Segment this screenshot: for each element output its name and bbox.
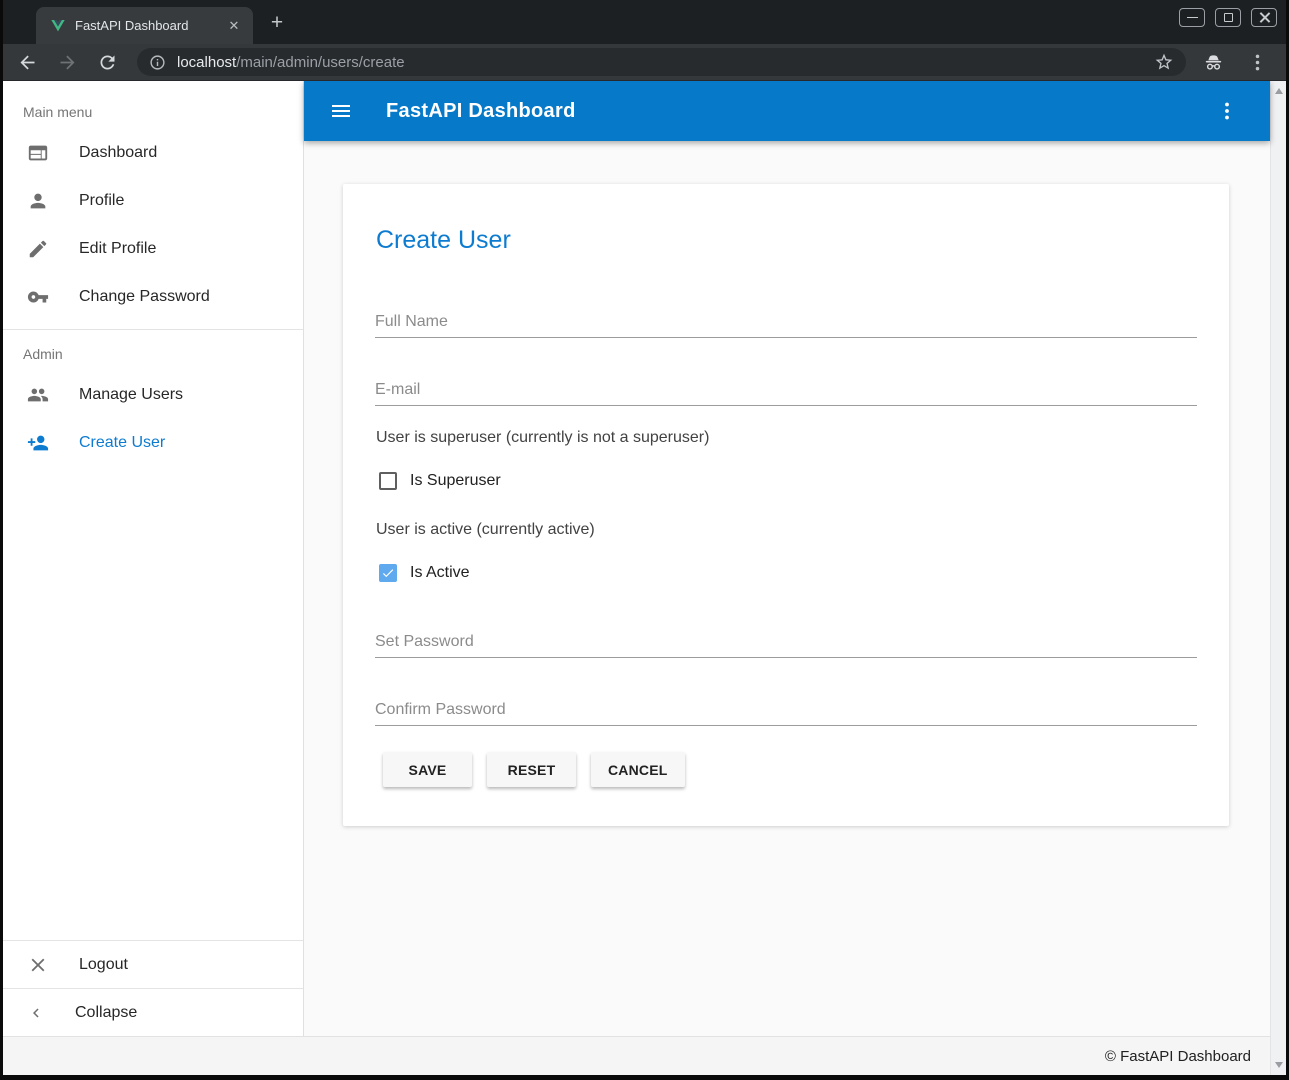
url-host: localhost: [177, 54, 236, 71]
sidebar-item-profile[interactable]: Profile: [3, 177, 303, 225]
page-scrollbar[interactable]: [1270, 81, 1286, 1075]
hamburger-menu-icon[interactable]: [329, 99, 353, 123]
full-name-input[interactable]: [375, 306, 1197, 338]
sidebar-item-label: Profile: [79, 192, 124, 210]
minimize-button[interactable]: [1179, 8, 1205, 27]
sidebar-item-label: Edit Profile: [79, 240, 156, 258]
close-window-button[interactable]: [1251, 8, 1277, 27]
set-password-input[interactable]: [375, 626, 1197, 658]
dashboard-icon: [27, 142, 49, 164]
browser-tab[interactable]: FastAPI Dashboard ✕: [36, 7, 253, 44]
sidebar-section-header-admin: Admin: [3, 330, 303, 371]
sidebar-item-logout[interactable]: Logout: [3, 940, 303, 988]
sidebar-item-manage-users[interactable]: Manage Users: [3, 371, 303, 419]
browser-menu-icon[interactable]: [1247, 52, 1268, 73]
sidebar-item-edit-profile[interactable]: Edit Profile: [3, 225, 303, 273]
sidebar-item-label: Manage Users: [79, 386, 183, 404]
is-active-label: Is Active: [410, 564, 470, 582]
site-info-icon[interactable]: [149, 54, 166, 71]
is-superuser-checkbox-row[interactable]: Is Superuser: [379, 472, 501, 490]
page-title: Create User: [376, 226, 511, 255]
sidebar-item-label: Dashboard: [79, 144, 157, 162]
reset-button[interactable]: RESET: [487, 752, 576, 787]
active-hint: User is active (currently active): [376, 521, 595, 539]
appbar-title: FastAPI Dashboard: [386, 100, 1215, 123]
scrollbar-up-icon[interactable]: [1275, 88, 1283, 94]
close-icon: [1259, 12, 1270, 23]
sidebar-item-create-user[interactable]: Create User: [3, 419, 303, 467]
footer: © FastAPI Dashboard: [3, 1036, 1270, 1075]
sidebar-item-change-password[interactable]: Change Password: [3, 273, 303, 321]
close-icon: [27, 954, 49, 976]
create-user-card: Create User User is superuser (currently…: [343, 184, 1229, 826]
reload-icon[interactable]: [97, 52, 118, 73]
sidebar-item-label: Collapse: [75, 1004, 137, 1022]
browser-titlebar: FastAPI Dashboard ✕ +: [3, 0, 1286, 44]
cancel-button[interactable]: CANCEL: [591, 752, 685, 787]
incognito-icon: [1202, 51, 1225, 74]
confirm-password-input[interactable]: [375, 694, 1197, 726]
url-path: /main/admin/users/create: [236, 54, 404, 71]
is-superuser-label: Is Superuser: [410, 472, 501, 490]
email-input[interactable]: [375, 374, 1197, 406]
tab-close-icon[interactable]: ✕: [225, 17, 243, 35]
new-tab-button[interactable]: +: [265, 11, 289, 35]
people-icon: [27, 384, 49, 406]
vue-logo-icon: [50, 18, 66, 34]
window-controls: [1179, 8, 1277, 27]
sidebar-item-label: Create User: [79, 434, 165, 452]
tab-title: FastAPI Dashboard: [75, 18, 225, 33]
sidebar-item-dashboard[interactable]: Dashboard: [3, 129, 303, 177]
minimize-icon: [1187, 17, 1198, 18]
page-content: Main menu Dashboard Profile Edit Profile…: [3, 81, 1286, 1075]
sidebar-bottom: Logout Collapse: [3, 940, 303, 1036]
is-superuser-checkbox[interactable]: [379, 472, 397, 490]
chevron-left-icon: [27, 1002, 45, 1024]
key-icon: [27, 286, 49, 308]
pencil-icon: [27, 238, 49, 260]
appbar: FastAPI Dashboard: [304, 81, 1270, 141]
back-icon[interactable]: [17, 52, 38, 73]
appbar-menu-icon[interactable]: [1215, 99, 1239, 123]
bookmark-star-icon[interactable]: [1154, 52, 1174, 72]
browser-toolbar: localhost/main/admin/users/create: [3, 44, 1286, 81]
footer-copyright: © FastAPI Dashboard: [1105, 1048, 1251, 1065]
scrollbar-down-icon[interactable]: [1275, 1062, 1283, 1068]
maximize-button[interactable]: [1215, 8, 1241, 27]
toolbar-right: [1202, 51, 1268, 74]
is-active-checkbox[interactable]: [379, 564, 397, 582]
forward-icon[interactable]: [57, 52, 78, 73]
save-button[interactable]: SAVE: [383, 752, 472, 787]
sidebar: Main menu Dashboard Profile Edit Profile…: [3, 81, 304, 1036]
sidebar-item-label: Change Password: [79, 288, 210, 306]
sidebar-item-collapse[interactable]: Collapse: [3, 988, 303, 1036]
maximize-icon: [1224, 13, 1233, 22]
is-active-checkbox-row[interactable]: Is Active: [379, 564, 470, 582]
url-bar[interactable]: localhost/main/admin/users/create: [137, 48, 1186, 76]
sidebar-section-header-main-menu: Main menu: [3, 81, 303, 129]
check-icon: [381, 566, 395, 580]
person-icon: [27, 190, 49, 212]
superuser-hint: User is superuser (currently is not a su…: [376, 429, 709, 447]
form-buttons: SAVE RESET CANCEL: [383, 752, 685, 787]
sidebar-item-label: Logout: [79, 956, 128, 974]
person-add-icon: [27, 432, 49, 454]
